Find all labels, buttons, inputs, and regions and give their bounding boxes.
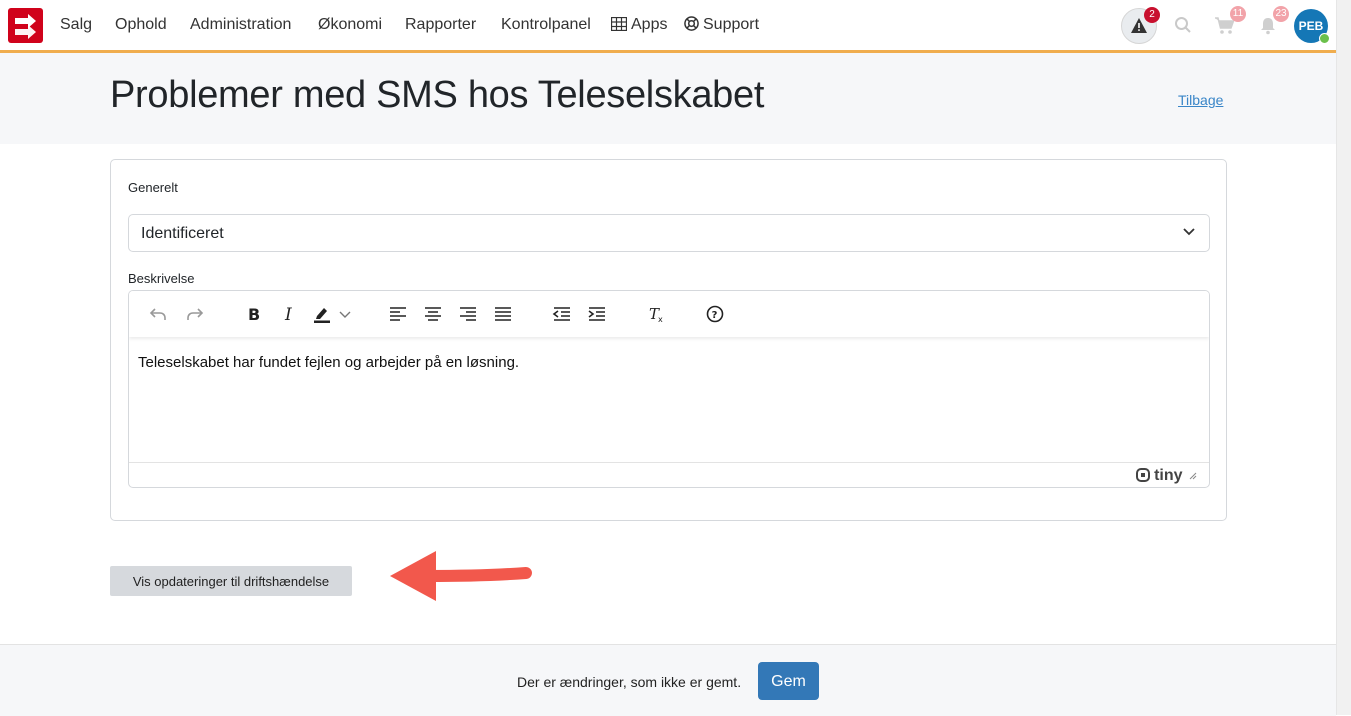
undo-icon[interactable] <box>148 304 168 324</box>
align-right-icon[interactable] <box>458 304 478 324</box>
status-select-value: Identificeret <box>141 225 224 242</box>
nav-item-apps-label: Apps <box>631 16 668 33</box>
redo-icon[interactable] <box>185 304 205 324</box>
logo[interactable] <box>8 8 43 43</box>
nav-item-rapporter[interactable]: Rapporter <box>405 16 476 34</box>
save-button[interactable]: Gem <box>758 662 819 700</box>
bold-icon[interactable]: B <box>244 304 264 324</box>
nav-item-support[interactable]: Support <box>684 16 759 36</box>
chevron-down-icon[interactable] <box>338 304 352 324</box>
align-center-icon[interactable] <box>423 304 443 324</box>
align-left-icon[interactable] <box>388 304 408 324</box>
status-select[interactable]: Identificeret <box>128 214 1210 252</box>
outdent-icon[interactable] <box>552 304 572 324</box>
nav-item-support-label: Support <box>703 16 760 33</box>
nav-item-administration[interactable]: Administration <box>190 16 291 34</box>
general-label: Generelt <box>128 180 178 195</box>
search-icon <box>1175 17 1191 33</box>
svg-text:?: ? <box>712 310 718 321</box>
tiny-brand: tiny <box>1154 467 1183 484</box>
lifebuoy-icon <box>684 16 699 36</box>
alerts-count-badge: 2 <box>1144 7 1160 23</box>
justify-icon[interactable] <box>493 304 513 324</box>
show-updates-button[interactable]: Vis opdateringer til driftshændelse <box>110 566 352 596</box>
italic-icon[interactable]: I <box>279 304 299 324</box>
tiny-icon <box>1135 468 1150 482</box>
alerts-button[interactable]: 2 <box>1121 7 1160 44</box>
chevron-down-icon <box>1183 228 1195 236</box>
save-footer: Der er ændringer, som ikke er gemt. Gem <box>0 644 1336 716</box>
unsaved-changes-text: Der er ændringer, som ikke er gemt. <box>517 674 742 690</box>
svg-text:x: x <box>658 315 663 324</box>
svg-text:I: I <box>284 305 292 324</box>
nav-item-okonomi[interactable]: Økonomi <box>318 16 382 34</box>
editor-statusbar: tiny <box>129 462 1209 487</box>
editor-toolbar: B I Tx ? <box>129 291 1209 337</box>
tiny-logo: tiny <box>1135 467 1197 485</box>
nav-item-salg[interactable]: Salg <box>60 16 92 34</box>
help-icon[interactable]: ? <box>705 304 725 324</box>
notifications-count-badge: 23 <box>1273 6 1289 22</box>
page-title: Problemer med SMS hos Teleselskabet <box>110 74 765 116</box>
online-status-dot <box>1319 33 1330 44</box>
cart-button[interactable]: 11 <box>1208 6 1246 42</box>
page-scrollbar[interactable] <box>1336 0 1351 715</box>
highlight-color-icon[interactable] <box>312 304 332 324</box>
back-link[interactable]: Tilbage <box>1178 92 1223 108</box>
notifications-button[interactable]: 23 <box>1251 6 1289 42</box>
indent-icon[interactable] <box>587 304 607 324</box>
clear-formatting-icon[interactable]: Tx <box>646 304 666 324</box>
nav-item-apps[interactable]: Apps <box>610 16 668 36</box>
resize-handle-icon[interactable] <box>1189 472 1197 480</box>
incident-form-card: Generelt Identificeret Beskrivelse B I T… <box>110 159 1227 521</box>
nav-item-ophold[interactable]: Ophold <box>115 16 167 34</box>
top-navbar: Salg Ophold Administration Økonomi Rappo… <box>0 0 1336 53</box>
cart-count-badge: 11 <box>1230 6 1246 22</box>
rich-text-editor[interactable]: B I Tx ? Teleselskabet har fundet fejlen… <box>128 290 1210 488</box>
nav-item-kontrolpanel[interactable]: Kontrolpanel <box>501 16 591 34</box>
svg-text:B: B <box>248 305 260 324</box>
search-button[interactable] <box>1166 8 1200 42</box>
editor-content[interactable]: Teleselskabet har fundet fejlen og arbej… <box>138 354 519 371</box>
annotation-arrow-icon <box>390 551 532 601</box>
description-label: Beskrivelse <box>128 271 195 286</box>
grid-icon <box>610 16 628 36</box>
